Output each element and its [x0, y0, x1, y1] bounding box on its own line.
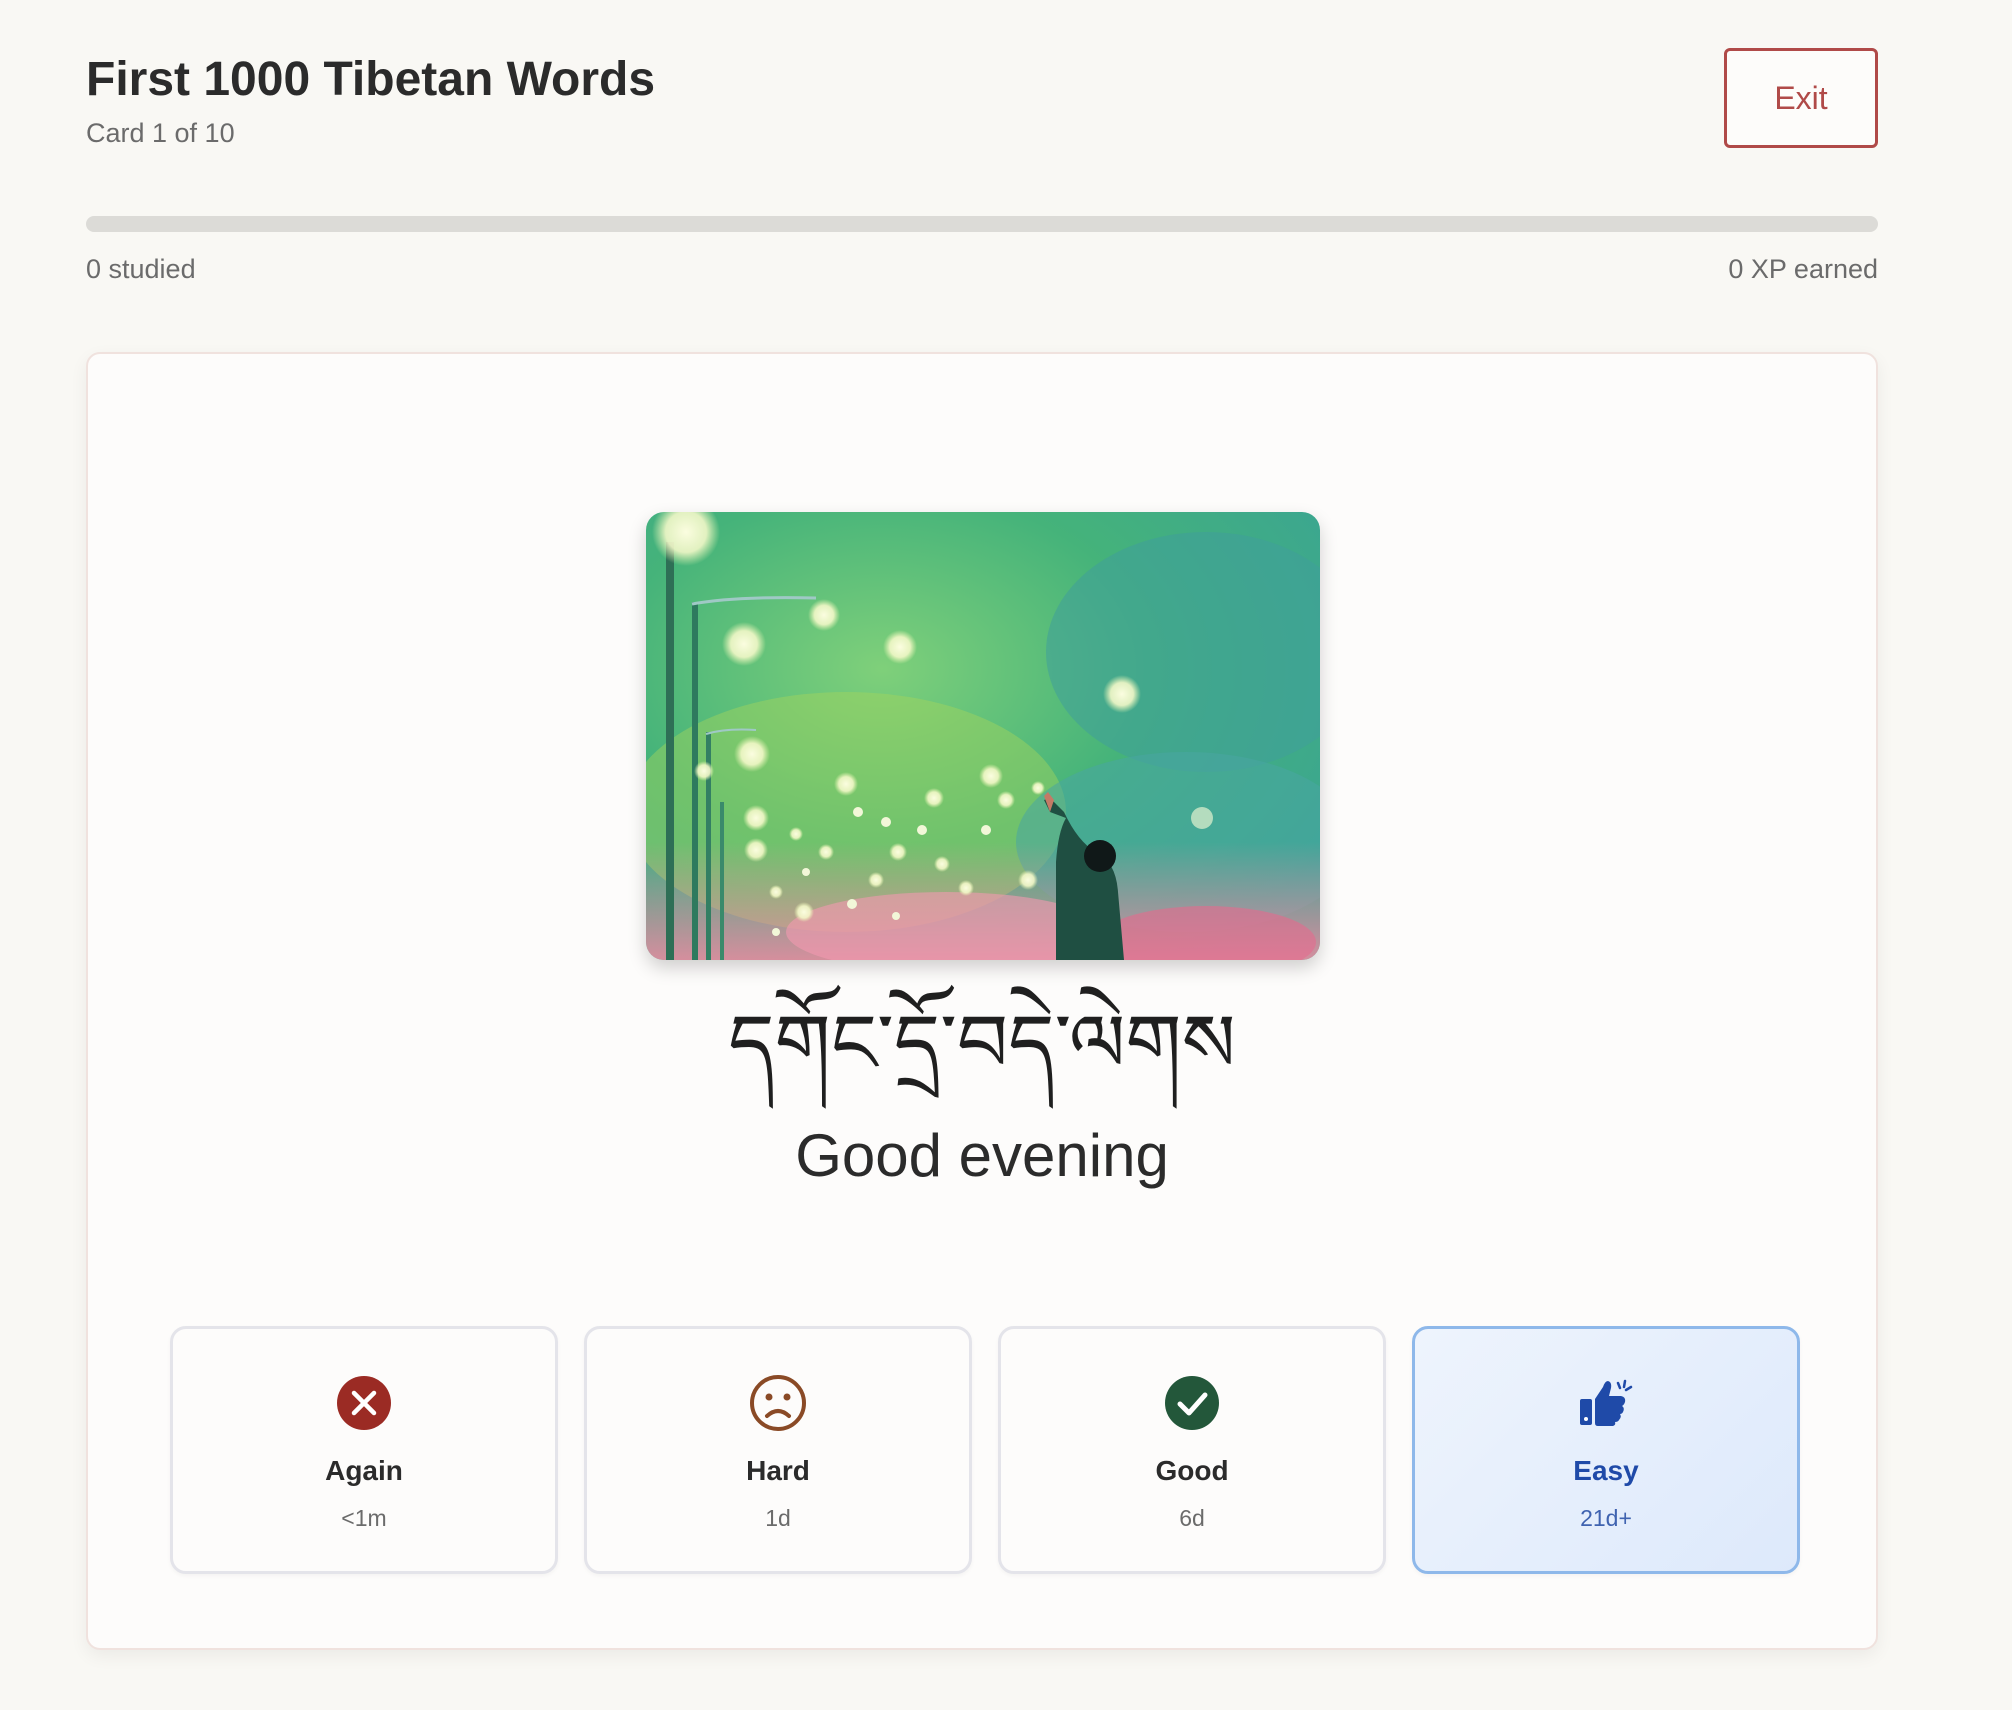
frown-icon: [748, 1373, 808, 1433]
again-label: Again: [325, 1455, 403, 1486]
good-button[interactable]: Good 6d: [998, 1326, 1386, 1574]
again-interval: <1m: [341, 1505, 387, 1531]
hard-interval: 1d: [765, 1505, 791, 1531]
flashcard: དགོང་དྲོ་བདེ་ལེགས Good evening Again <1m: [86, 352, 1878, 1650]
deck-title: First 1000 Tibetan Words: [86, 53, 656, 106]
english-translation: Good evening: [795, 1122, 1169, 1189]
hard-button[interactable]: Hard 1d: [584, 1326, 972, 1574]
hard-label: Hard: [746, 1455, 810, 1486]
good-interval: 6d: [1179, 1505, 1205, 1531]
exit-button[interactable]: Exit: [1724, 48, 1878, 148]
easy-interval: 21d+: [1580, 1505, 1632, 1531]
good-label: Good: [1155, 1455, 1229, 1486]
header: First 1000 Tibetan Words Card 1 of 10 Ex…: [86, 48, 1878, 158]
check-circle-icon: [1162, 1373, 1222, 1433]
xp-earned: 0 XP earned: [1728, 254, 1878, 284]
again-button[interactable]: Again <1m: [170, 1326, 558, 1574]
thumbs-up-icon: [1576, 1373, 1636, 1433]
x-circle-icon: [334, 1373, 394, 1433]
card-counter: Card 1 of 10: [86, 118, 235, 148]
progress-bar: [86, 216, 1878, 232]
easy-button[interactable]: Easy 21d+: [1412, 1326, 1800, 1574]
easy-label: Easy: [1573, 1455, 1639, 1486]
studied-count: 0 studied: [86, 254, 196, 284]
tibetan-word: དགོང་དྲོ་བདེ་ལེགས: [728, 997, 1236, 1090]
rating-buttons: Again <1m Hard 1d Good 6d Easy 21d+: [170, 1326, 1800, 1574]
evening-lights-illustration: [646, 512, 1320, 960]
